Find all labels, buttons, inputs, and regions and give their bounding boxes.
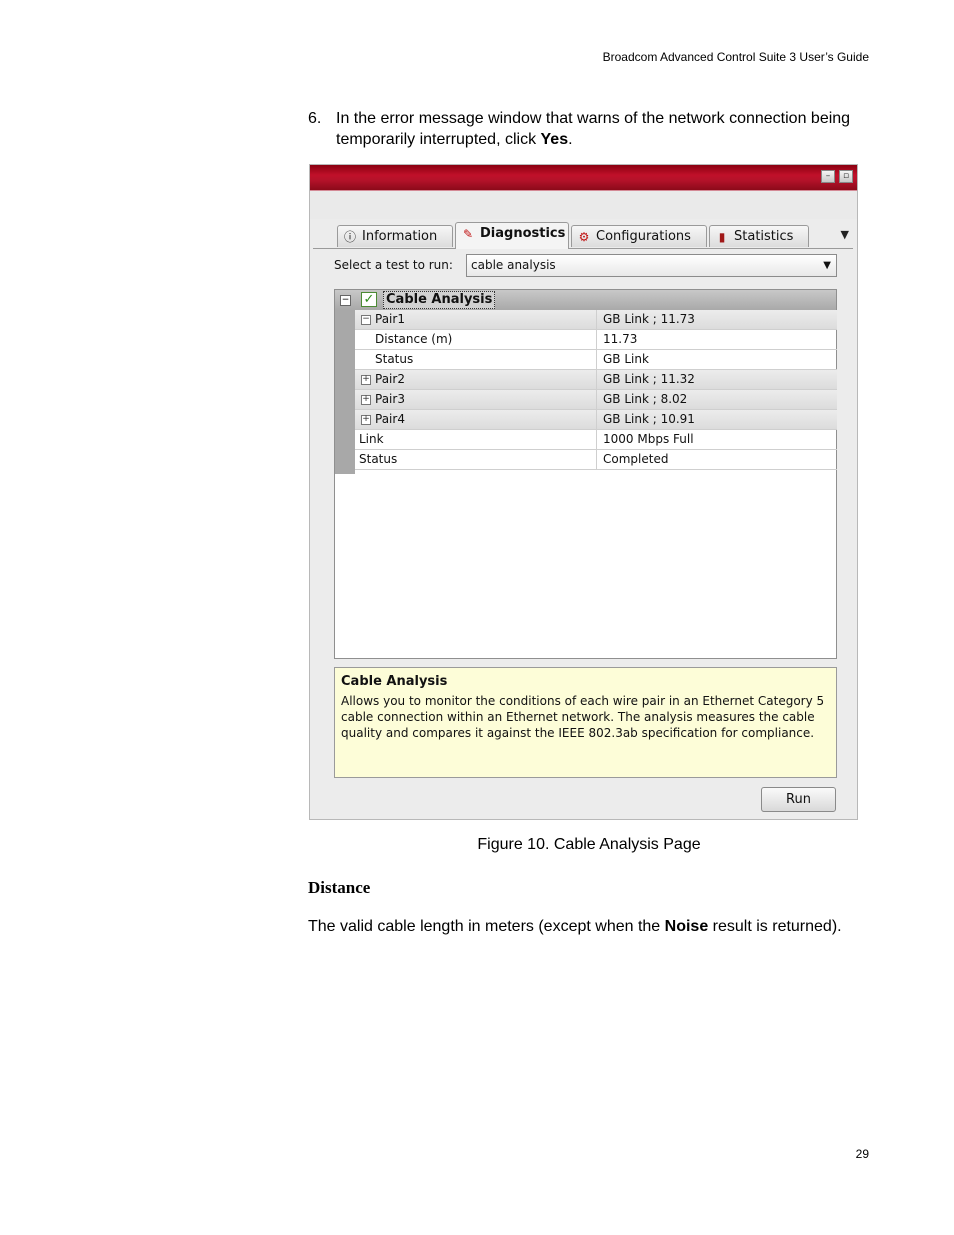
step-number: 6. xyxy=(308,110,322,127)
row-name: Pair3 xyxy=(375,392,405,406)
row-name: Status xyxy=(375,352,414,366)
test-select-value: cable analysis xyxy=(471,258,556,272)
para-bold-noise: Noise xyxy=(664,918,709,935)
tab-strip: ⓘ Information ✎ Diagnostics ⚙ Configuration… xyxy=(313,222,853,249)
row-name: Status xyxy=(359,452,398,466)
tab-configurations[interactable]: ⚙ Configurations xyxy=(571,225,707,247)
table-row[interactable]: Status GB Link xyxy=(355,350,837,370)
tab-label: Statistics xyxy=(734,229,794,244)
expand-icon[interactable]: + xyxy=(361,415,371,425)
table-row[interactable]: + Pair3 GB Link ; 8.02 xyxy=(355,390,837,410)
step-instruction: 6. In the error message window that warn… xyxy=(308,108,868,150)
dropdown-arrow-icon[interactable]: ▼ xyxy=(823,255,831,276)
grid-left-stripe xyxy=(335,310,355,474)
collapse-icon[interactable]: − xyxy=(361,315,371,325)
checkmark-icon[interactable]: ✓ xyxy=(361,292,377,307)
row-value: GB Link ; 10.91 xyxy=(603,412,695,426)
app-screenshot: – ▫ ⓘ Information ✎ Diagnostics ⚙ Configura… xyxy=(309,164,858,820)
row-name: Pair4 xyxy=(375,412,405,426)
table-row[interactable]: + Pair2 GB Link ; 11.32 xyxy=(355,370,837,390)
row-value: GB Link ; 11.73 xyxy=(603,312,695,326)
row-value: GB Link ; 11.32 xyxy=(603,372,695,386)
step-text-end: . xyxy=(568,131,573,148)
step-text-part: In the error message window that warns o… xyxy=(336,110,851,148)
chevron-down-icon[interactable]: ▼ xyxy=(841,228,849,241)
test-select[interactable]: cable analysis ▼ xyxy=(466,254,837,277)
row-value: 1000 Mbps Full xyxy=(603,432,694,446)
page-number: 29 xyxy=(855,1147,869,1161)
table-row[interactable]: Link 1000 Mbps Full xyxy=(355,430,837,450)
tab-label: Information xyxy=(362,229,438,244)
chart-icon: ▮ xyxy=(718,230,726,244)
row-value: GB Link xyxy=(603,352,649,366)
figure-caption: Figure 10. Cable Analysis Page xyxy=(477,836,701,853)
results-grid: − ✓ Cable Analysis − Pair1 GB Link ; 11.7… xyxy=(334,289,837,659)
minimize-icon[interactable]: – xyxy=(821,170,835,183)
row-value: 11.73 xyxy=(603,332,638,346)
test-select-label: Select a test to run: xyxy=(334,258,453,272)
collapse-icon[interactable]: − xyxy=(340,295,351,306)
description-title: Cable Analysis xyxy=(341,674,448,689)
expand-icon[interactable]: + xyxy=(361,375,371,385)
toolbar-band xyxy=(310,190,857,219)
step-bold-yes: Yes xyxy=(540,131,569,148)
config-icon: ⚙ xyxy=(578,230,590,244)
grid-header: − ✓ Cable Analysis xyxy=(335,290,836,310)
row-name: Pair1 xyxy=(375,312,405,326)
row-value: Completed xyxy=(603,452,669,466)
description-panel: Cable Analysis Allows you to monitor the… xyxy=(334,667,837,778)
tab-information[interactable]: ⓘ Information xyxy=(337,225,453,247)
tab-label: Configurations xyxy=(596,229,691,244)
row-name: Distance (m) xyxy=(375,332,453,346)
row-name: Pair2 xyxy=(375,372,405,386)
tab-label: Diagnostics xyxy=(480,226,566,241)
tab-statistics[interactable]: ▮ Statistics xyxy=(709,225,809,247)
grid-title: Cable Analysis xyxy=(383,291,496,309)
table-row[interactable]: + Pair4 GB Link ; 10.91 xyxy=(355,410,837,430)
para-text: The valid cable length in meters (except… xyxy=(308,918,665,935)
section-paragraph: The valid cable length in meters (except… xyxy=(308,916,868,937)
row-name: Link xyxy=(359,432,384,446)
running-header: Broadcom Advanced Control Suite 3 User’s… xyxy=(602,50,869,64)
table-row[interactable]: − Pair1 GB Link ; 11.73 xyxy=(355,310,837,330)
table-row[interactable]: Status Completed xyxy=(355,450,837,470)
para-text-end: result is returned). xyxy=(708,918,842,935)
info-icon: ⓘ xyxy=(343,230,356,244)
step-text: In the error message window that warns o… xyxy=(336,108,868,150)
section-heading: Distance xyxy=(308,878,371,897)
window-titlebar: – ▫ xyxy=(310,165,857,190)
tab-diagnostics[interactable]: ✎ Diagnostics xyxy=(455,222,569,249)
run-button[interactable]: Run xyxy=(761,787,836,812)
table-row[interactable]: Distance (m) 11.73 xyxy=(355,330,837,350)
row-value: GB Link ; 8.02 xyxy=(603,392,688,406)
expand-icon[interactable]: + xyxy=(361,395,371,405)
description-text: Allows you to monitor the conditions of … xyxy=(341,694,825,740)
wrench-icon: ✎ xyxy=(462,227,474,241)
restore-icon[interactable]: ▫ xyxy=(839,170,853,183)
